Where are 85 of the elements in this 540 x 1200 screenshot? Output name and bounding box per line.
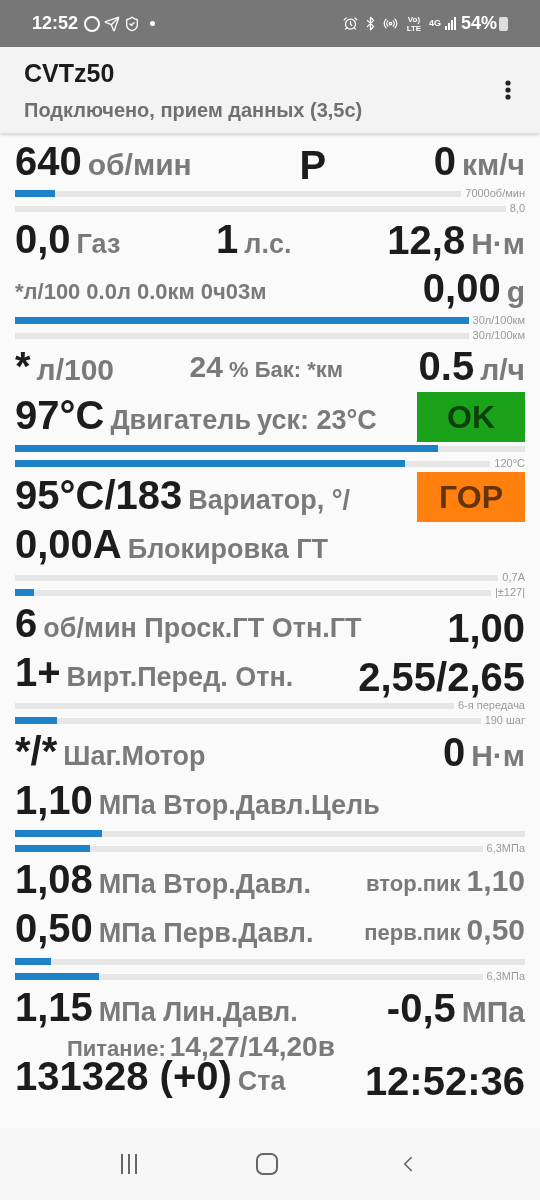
supply-label: Питание: xyxy=(67,1036,166,1061)
value-text: 0,50 xyxy=(15,906,93,950)
unit-text: Н·м xyxy=(471,226,525,262)
unit-text: л/100 xyxy=(36,352,115,388)
value-text: 95°C/183 xyxy=(15,473,183,517)
caption-text: 0.0км xyxy=(136,278,195,306)
status-badge: ГОР xyxy=(417,472,525,522)
volte-text: Vo) LTE xyxy=(405,14,423,33)
network-text: 4G xyxy=(428,16,441,30)
value-text: 1,00 xyxy=(447,606,525,650)
gauge-scale-label: 6-я передача xyxy=(458,699,525,712)
shield-icon xyxy=(124,15,141,32)
send-icon xyxy=(104,15,121,32)
hotspot-icon xyxy=(382,16,398,31)
label-text: МПа Лин.Давл. xyxy=(98,996,298,1029)
label-text: Ста xyxy=(237,1065,286,1098)
value-text: */* xyxy=(15,729,58,773)
signal-icon xyxy=(444,17,457,30)
label-text: Вариатор, °/ xyxy=(188,484,350,517)
caption-text: втор.пик xyxy=(366,870,461,898)
gauge-scale-label: 30л/100км xyxy=(472,329,525,342)
alarm-icon xyxy=(342,16,358,31)
value-text: 0,00 xyxy=(422,266,501,310)
value-text: 1 xyxy=(216,217,239,261)
unit-text: 0,50 xyxy=(466,912,525,948)
gauge-scale-label: 0,7A xyxy=(502,571,525,584)
battery-text: 54% xyxy=(460,12,497,35)
home-icon[interactable] xyxy=(256,1153,278,1175)
unit-text: км/ч xyxy=(462,147,525,183)
label-text: МПа Перв.Давл. xyxy=(98,917,314,950)
unit-text: 1,10 xyxy=(466,863,525,899)
label-text: Двигатель xyxy=(110,404,252,437)
gauge-scale-label: 6,3МПа xyxy=(486,842,525,855)
unit-text: МПа xyxy=(461,994,525,1030)
status-badge: OK xyxy=(417,392,525,442)
value-text: 2,55/2,65 xyxy=(358,655,525,699)
value-text: 97°C xyxy=(15,393,105,437)
value-text: 0 xyxy=(433,139,456,183)
label-text: МПа Втор.Давл.Цель xyxy=(98,789,380,822)
unit-text: g xyxy=(506,274,525,310)
clock-text: 12:52 xyxy=(32,12,79,35)
caption-text: *л/100 xyxy=(15,278,81,306)
caption-text: 0ч03м xyxy=(200,278,267,306)
value-text: 12:52:36 xyxy=(364,1059,525,1103)
caption-text: перв.пик xyxy=(364,919,461,947)
caption-text: % Бак: *км xyxy=(228,356,343,384)
label-text: МПа Втор.Давл. xyxy=(98,868,311,901)
value-text: 0.5 xyxy=(418,344,475,388)
value-text: 6 xyxy=(15,601,38,645)
gauge-scale-label: 190 шаг xyxy=(484,714,525,727)
unit-text: об/мин xyxy=(87,147,192,183)
value-text: -0,5 xyxy=(386,986,456,1030)
value-text: 1+ xyxy=(15,650,61,694)
value-text: 1,10 xyxy=(15,778,93,822)
caption-text: 0.0л xyxy=(86,278,131,306)
label-text: об/мин Проск.ГТ Отн.ГТ xyxy=(43,612,362,645)
label-text: Вирт.Перед. Отн. xyxy=(66,661,294,694)
unit-text: 24 xyxy=(189,349,223,385)
value-text: 0,0 xyxy=(15,217,71,261)
gauge-scale-label: |±127| xyxy=(494,586,525,599)
value-text: 0,00A xyxy=(15,522,122,566)
value-text: 640 xyxy=(15,139,82,183)
gauge-scale-label: 6,3МПа xyxy=(486,970,525,983)
gauge-scale-label: 7000об/мин xyxy=(465,187,525,200)
label-text: Блокировка ГТ xyxy=(127,533,328,566)
unit-text: Н·м xyxy=(471,738,525,774)
recent-apps-icon[interactable] xyxy=(118,1153,139,1175)
connection-status: Подключено, прием данных (3,5с) xyxy=(24,97,364,123)
more-vertical-icon xyxy=(505,80,511,100)
value-text: 1,15 xyxy=(15,985,93,1029)
value-text: P xyxy=(299,143,327,187)
value-text: * xyxy=(15,344,31,388)
battery-icon xyxy=(499,16,508,31)
app-title: CVTz50 xyxy=(24,58,116,90)
label-text: уск: 23°C xyxy=(257,404,377,437)
value-text: 0 xyxy=(442,730,466,774)
label-text: л.с. xyxy=(244,228,292,261)
value-text: 12,8 xyxy=(387,218,466,262)
value-text: 1,08 xyxy=(15,857,93,901)
unit-text: л/ч xyxy=(480,352,525,388)
label-text: Шаг.Мотор xyxy=(63,740,206,773)
gauge-scale-label: 8,0 xyxy=(509,202,525,215)
label-text: Газ xyxy=(76,228,121,261)
gauge-scale-label: 120°C xyxy=(494,457,525,470)
gauge-scale-label: 30л/100км xyxy=(472,314,525,327)
